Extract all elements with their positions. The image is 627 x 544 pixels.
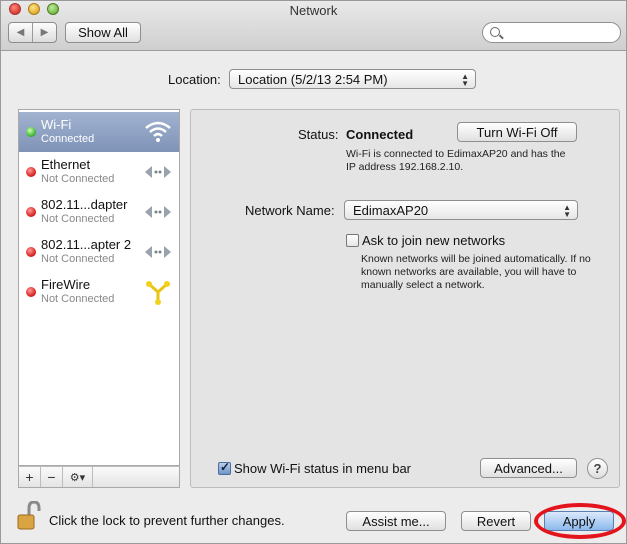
status-dot-connected [26, 127, 36, 137]
status-label: Status: [298, 127, 339, 142]
advanced-button[interactable]: Advanced... [480, 458, 577, 478]
service-wireless-adapter[interactable]: 802.11...dapter Not Connected [19, 192, 179, 232]
service-wifi[interactable]: Wi-Fi Connected [19, 112, 179, 152]
service-name: FireWire [41, 277, 91, 292]
title-toolbar: Network ◀ ▶ Show All [1, 1, 626, 51]
show-wifi-status-checkbox[interactable] [218, 460, 231, 475]
popup-arrows-icon: ▲ ▼ [461, 72, 469, 88]
show-wifi-status-label[interactable]: Show Wi-Fi status in menu bar [234, 461, 411, 476]
location-label: Location: [168, 72, 221, 87]
network-name-value: EdimaxAP20 [353, 202, 429, 218]
turn-wifi-off-button[interactable]: Turn Wi-Fi Off [457, 122, 577, 142]
status-value: Connected [346, 127, 414, 142]
service-name: 802.11...dapter [41, 197, 128, 212]
service-status: Not Connected [41, 293, 115, 305]
show-all-button[interactable]: Show All [65, 22, 141, 43]
status-dot-disconnected [26, 287, 36, 297]
status-description: Wi-Fi is connected to EdimaxAP20 and has… [346, 148, 566, 173]
firewire-icon [146, 281, 170, 305]
search-icon [490, 27, 500, 37]
back-forward-control: ◀ ▶ [8, 22, 57, 43]
service-name: Wi-Fi [41, 117, 72, 132]
ethernet-icon [145, 246, 171, 258]
forward-arrow-icon[interactable]: ▶ [33, 23, 56, 42]
network-name-popup[interactable]: EdimaxAP20 ▲ ▼ [344, 200, 578, 220]
service-status: Not Connected [41, 173, 115, 185]
service-wireless-adapter-2[interactable]: 802.11...apter 2 Not Connected [19, 232, 179, 272]
search-field[interactable] [482, 22, 621, 43]
help-button[interactable]: ? [587, 458, 608, 479]
back-arrow-icon[interactable]: ◀ [9, 23, 33, 42]
status-dot-disconnected [26, 207, 36, 217]
service-status: Connected [41, 133, 95, 145]
location-popup[interactable]: Location (5/2/13 2:54 PM) ▲ ▼ [229, 69, 476, 89]
add-service-button[interactable]: + [19, 467, 41, 487]
network-preferences-window: Network ◀ ▶ Show All Location: Location … [0, 0, 627, 544]
service-status: Not Connected [41, 213, 115, 225]
wifi-icon [145, 121, 171, 142]
lock-message: Click the lock to prevent further change… [49, 513, 285, 528]
popup-arrows-icon: ▲ ▼ [563, 203, 571, 219]
location-value: Location (5/2/13 2:54 PM) [238, 71, 388, 87]
status-dot-disconnected [26, 247, 36, 257]
service-list-toolbar: + − ⚙▾ [18, 466, 180, 488]
lock-icon[interactable] [17, 501, 41, 531]
ethernet-icon [145, 166, 171, 178]
wifi-detail-panel: Status: Connected Turn Wi-Fi Off Wi-Fi i… [190, 109, 620, 488]
service-ethernet[interactable]: Ethernet Not Connected [19, 152, 179, 192]
ask-to-join-description: Known networks will be joined automatica… [361, 253, 591, 291]
service-list: Wi-Fi Connected Ethernet Not Connected 8… [18, 109, 180, 466]
gear-icon[interactable]: ⚙▾ [63, 467, 93, 487]
revert-button[interactable]: Revert [461, 511, 531, 531]
apply-highlight-annotation [534, 503, 626, 539]
ethernet-icon [145, 206, 171, 218]
service-name: Ethernet [41, 157, 91, 172]
service-status: Not Connected [41, 253, 115, 265]
service-firewire[interactable]: FireWire Not Connected [19, 272, 179, 312]
remove-service-button[interactable]: − [41, 467, 63, 487]
assist-me-button[interactable]: Assist me... [346, 511, 446, 531]
service-name: 802.11...apter 2 [41, 237, 132, 252]
window-title: Network [289, 3, 338, 18]
network-name-label: Network Name: [245, 203, 335, 218]
ask-to-join-label[interactable]: Ask to join new networks [362, 233, 505, 248]
ask-to-join-checkbox[interactable] [346, 234, 359, 247]
status-dot-disconnected [26, 167, 36, 177]
